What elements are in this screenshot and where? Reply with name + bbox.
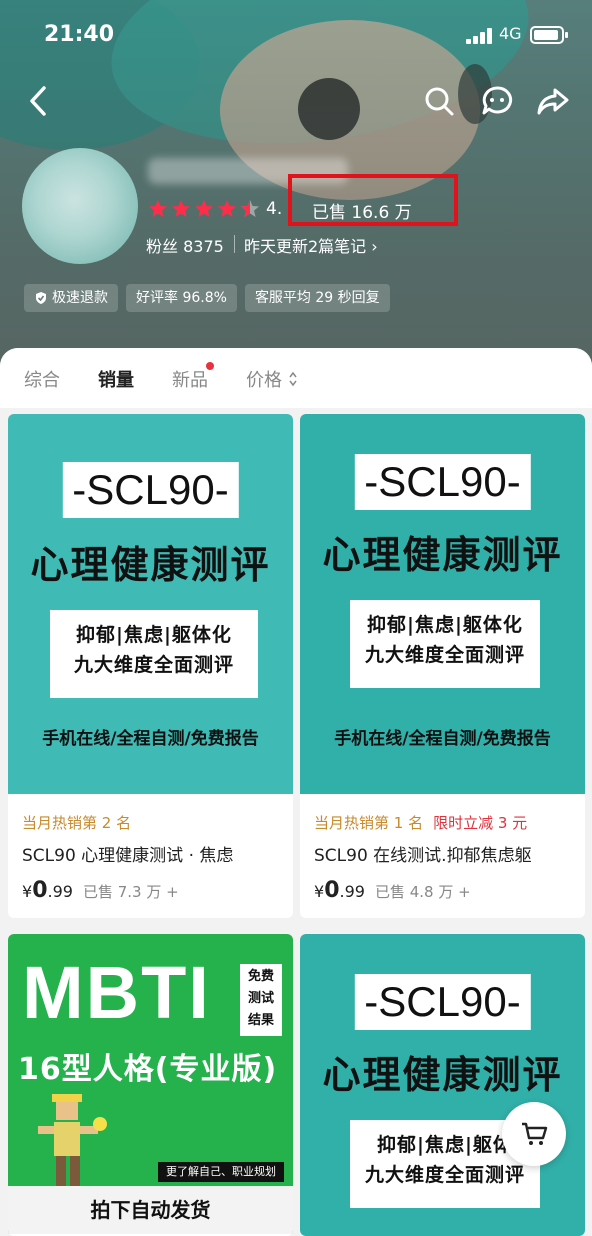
product-card[interactable]: -SCL90- 心理健康测评 抑郁|焦虑|躯体 九大维度全面测评 — [300, 934, 585, 1236]
product-info: 当月热销第 1 名限时立减 3 元 SCL90 在线测试.抑郁焦虑躯 ¥0.99… — [300, 794, 585, 918]
badge-positive-rate[interactable]: 好评率 96.8% — [126, 284, 237, 312]
product-price: ¥0.99 — [22, 878, 73, 903]
status-time: 21:40 — [44, 22, 115, 47]
promo-label: 限时立减 3 元 — [433, 814, 528, 832]
star-icon — [172, 200, 190, 217]
poster-line: 抑郁|焦虑|躯体化 — [367, 614, 523, 636]
shop-avatar[interactable] — [22, 148, 138, 264]
hot-rank-tag: 当月热销第 2 名 — [22, 812, 279, 833]
product-card[interactable]: -SCL90- 心理健康测评 抑郁|焦虑|躯体化 九大维度全面测评 手机在线/全… — [8, 414, 293, 918]
free-result-tag: 免费 测试 结果 — [240, 964, 282, 1036]
poster-footer: 手机在线/全程自测/免费报告 — [334, 729, 551, 749]
share-icon[interactable] — [536, 84, 570, 118]
poster-title: 心理健康测评 — [322, 1053, 563, 1097]
tab-new[interactable]: 新品 — [172, 366, 208, 392]
product-info: 当月热销第 2 名 SCL90 心理健康测试 · 焦虑 ¥0.99 已售 7.3… — [8, 794, 293, 918]
product-name: SCL90 心理健康测试 · 焦虑 — [22, 846, 234, 866]
tab-overall[interactable]: 综合 — [24, 366, 60, 392]
shop-rating: 4. — [266, 199, 283, 219]
product-image[interactable]: -SCL90- 心理健康测评 抑郁|焦虑|躯体 九大维度全面测评 — [300, 934, 585, 1236]
product-price: ¥0.99 — [314, 878, 365, 903]
price-row: ¥0.99 已售 7.3 万 + — [22, 878, 279, 903]
product-image[interactable]: -SCL90- 心理健康测评 抑郁|焦虑|躯体化 九大维度全面测评 手机在线/全… — [300, 414, 585, 794]
product-image[interactable]: -SCL90- 心理健康测评 抑郁|焦虑|躯体化 九大维度全面测评 手机在线/全… — [8, 414, 293, 794]
product-sold: 已售 7.3 万 + — [82, 883, 179, 901]
service-badges: 极速退款 好评率 96.8% 客服平均 29 秒回复 — [24, 284, 390, 312]
shield-check-icon — [36, 292, 46, 304]
customer-service-icon[interactable] — [480, 84, 514, 118]
poster-box: 抑郁|焦虑|躯体化 九大维度全面测评 — [50, 610, 258, 698]
tab-price[interactable]: 价格 — [246, 366, 282, 392]
shop-page: 21:40 4G 4. 已售 16.6 万 粉丝 8375 昨天更新2篇笔记 ›… — [0, 0, 592, 1236]
product-name: SCL90 在线测试.抑郁焦虑躯 — [314, 846, 532, 866]
badge-label: 客服平均 29 秒回复 — [254, 290, 380, 306]
poster-title: 心理健康测评 — [30, 543, 271, 587]
rating-stars — [148, 197, 260, 221]
poster-line: 九大维度全面测评 — [364, 644, 525, 666]
poster-badge: -SCL90- — [354, 974, 531, 1030]
badge-reply-time[interactable]: 客服平均 29 秒回复 — [244, 284, 390, 312]
poster-line: 九大维度全面测评 — [73, 654, 234, 676]
rank-label: 当月热销第 1 名 — [314, 814, 424, 832]
back-icon[interactable] — [24, 84, 54, 118]
star-icon — [195, 200, 213, 217]
product-image[interactable]: MBTI 免费 测试 结果 16型人格(专业版) 更了解自己、职业规划 拍下自动发货 — [8, 934, 293, 1234]
sort-tabs: 综合 销量 新品 价格 — [0, 348, 592, 408]
cart-icon — [522, 1122, 548, 1145]
sort-arrows-icon[interactable] — [288, 370, 298, 388]
star-icon — [218, 200, 236, 217]
signal-icon — [466, 28, 494, 44]
poster-box: 抑郁|焦虑|躯体化 九大维度全面测评 — [350, 600, 540, 688]
poster-badge: -SCL90- — [354, 454, 531, 510]
half-star-icon — [241, 200, 259, 217]
battery-icon — [530, 26, 568, 44]
poster-line: 九大维度全面测评 — [364, 1164, 525, 1186]
poster-note: 更了解自己、职业规划 — [158, 1162, 284, 1182]
divider — [234, 235, 235, 253]
search-icon[interactable] — [422, 84, 456, 118]
price-row: ¥0.99 已售 4.8 万 + — [314, 878, 571, 903]
poster-title: MBTI — [22, 951, 211, 1034]
star-icon — [149, 200, 167, 217]
product-card[interactable]: -SCL90- 心理健康测评 抑郁|焦虑|躯体化 九大维度全面测评 手机在线/全… — [300, 414, 585, 918]
product-list-panel: 综合 销量 新品 价格 -SCL90- 心理健康测评 抑郁|焦虑|躯体化 九大维… — [0, 348, 592, 1236]
poster-subtitle: 16型人格(专业版) — [18, 1052, 278, 1087]
shop-header: 21:40 4G 4. 已售 16.6 万 粉丝 8375 昨天更新2篇笔记 ›… — [0, 0, 592, 370]
badge-label: 好评率 96.8% — [136, 290, 227, 306]
status-bar: 21:40 4G — [0, 0, 592, 70]
shop-sold-count: 已售 16.6 万 — [312, 203, 412, 223]
badge-fast-refund[interactable]: 极速退款 — [24, 284, 118, 312]
new-dot-badge — [206, 362, 214, 370]
hot-rank-tag: 当月热销第 1 名限时立减 3 元 — [314, 812, 571, 833]
notes-update-link[interactable]: 昨天更新2篇笔记 › — [244, 233, 378, 257]
rank-label: 当月热销第 2 名 — [22, 814, 132, 832]
fans-count: 粉丝 8375 — [146, 237, 224, 256]
poster-bottom: 拍下自动发货 — [8, 1186, 293, 1234]
badge-label: 极速退款 — [52, 290, 108, 306]
network-label: 4G — [499, 24, 522, 43]
tab-sales[interactable]: 销量 — [98, 366, 134, 392]
poster-badge: -SCL90- — [62, 462, 239, 518]
poster-title: 心理健康测评 — [322, 533, 563, 577]
poster-footer: 手机在线/全程自测/免费报告 — [42, 729, 259, 749]
cart-button[interactable] — [502, 1102, 566, 1166]
product-card[interactable]: MBTI 免费 测试 结果 16型人格(专业版) 更了解自己、职业规划 拍下自动发货 — [8, 934, 293, 1236]
product-sold: 已售 4.8 万 + — [374, 883, 471, 901]
poster-line: 抑郁|焦虑|躯体化 — [76, 624, 232, 646]
